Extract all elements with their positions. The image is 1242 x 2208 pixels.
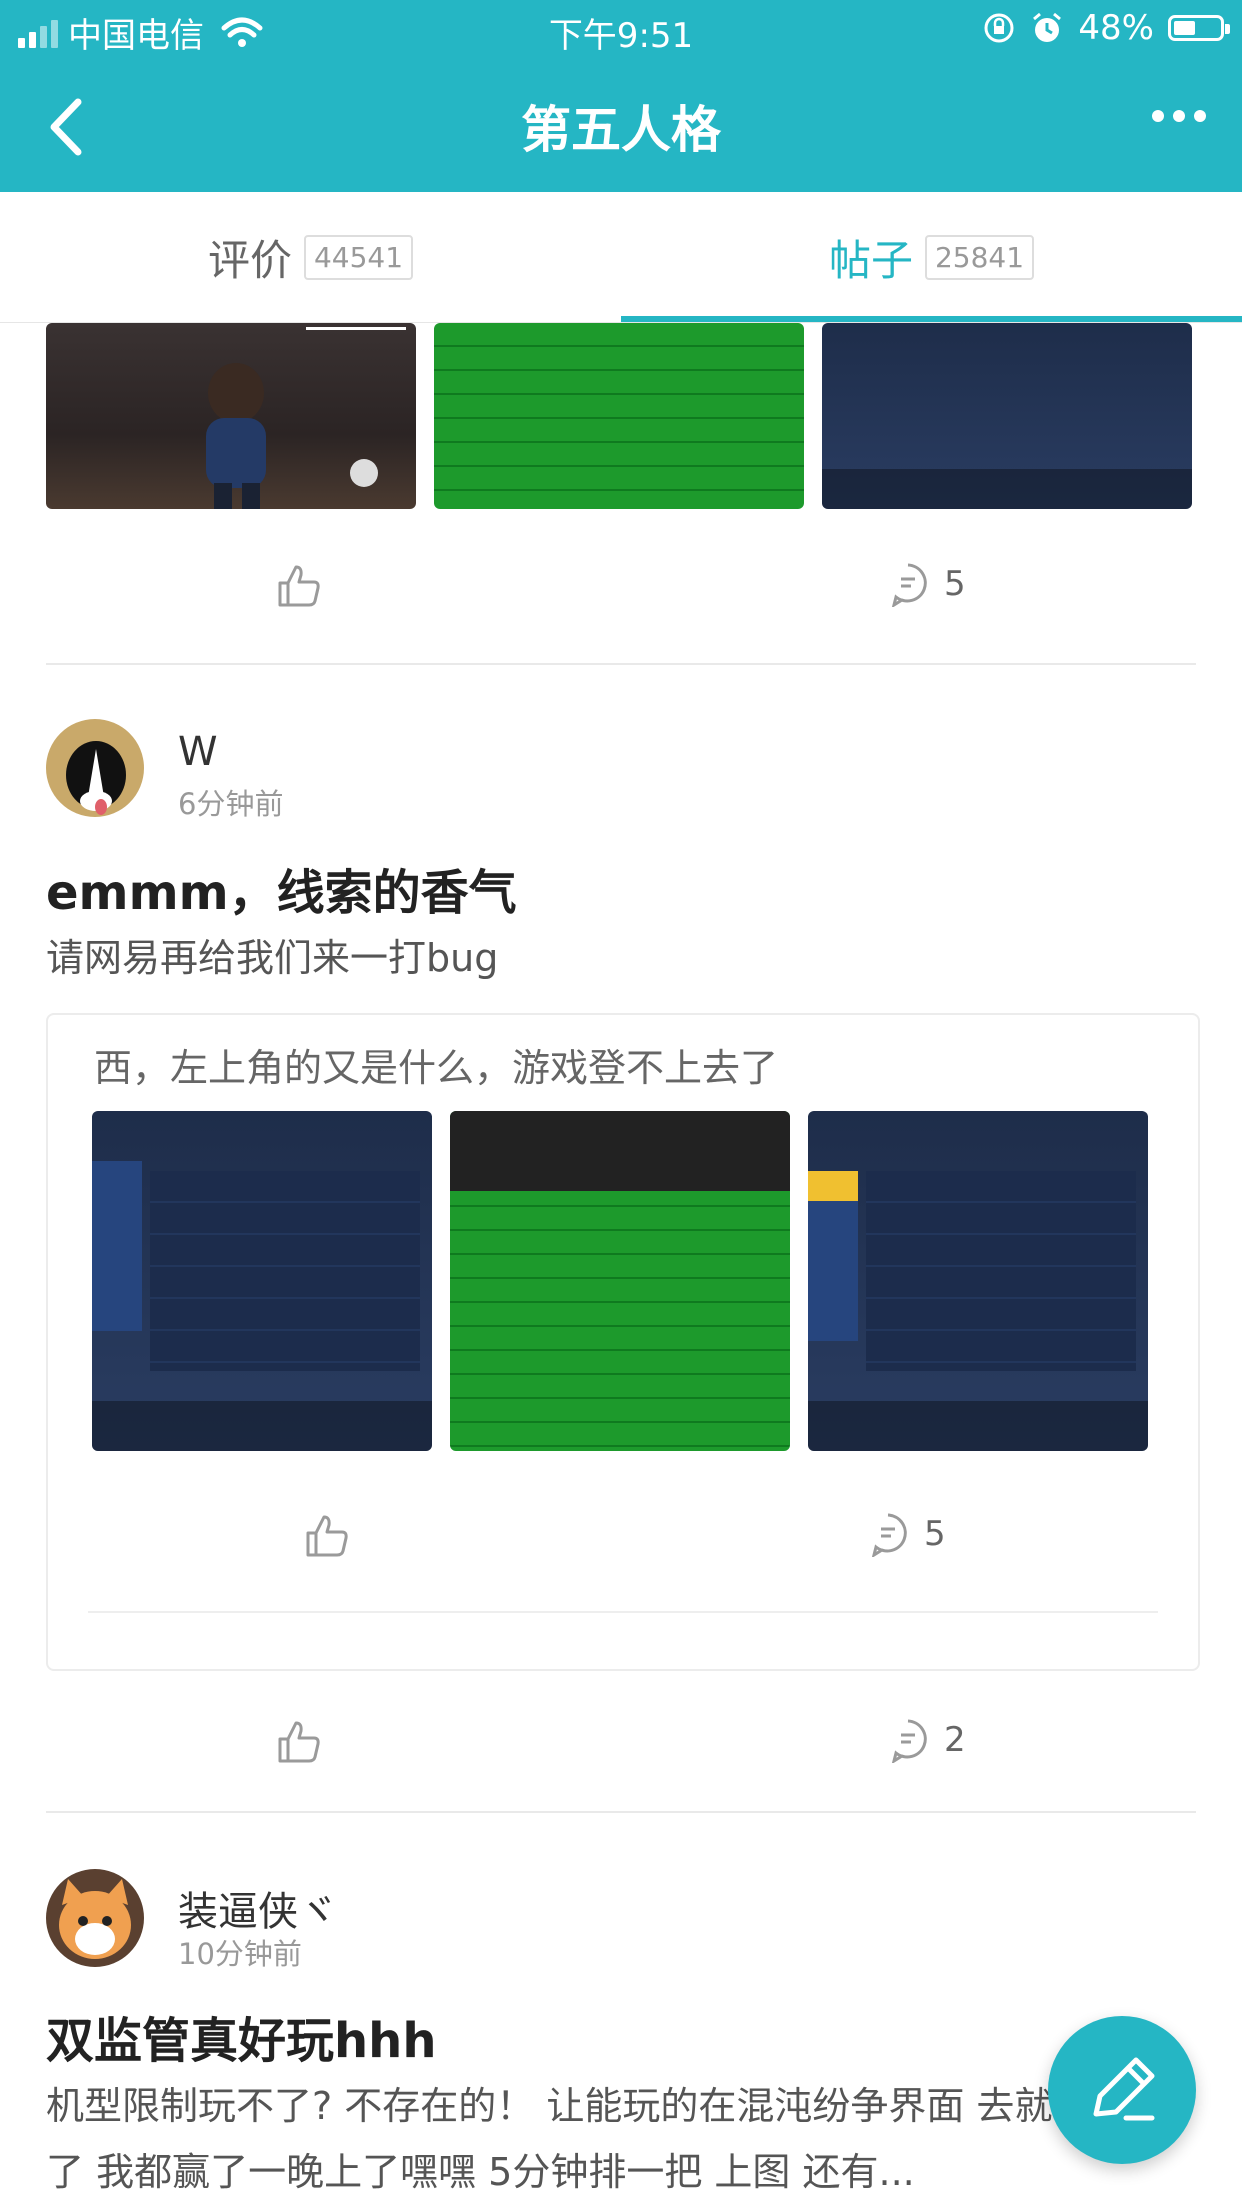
quoted-image[interactable]	[808, 1111, 1148, 1451]
comment-icon	[891, 563, 927, 607]
quoted-post[interactable]: 西，左上角的又是什么，游戏登不上去了 5	[46, 1013, 1200, 1671]
character-illustration	[206, 327, 406, 509]
avatar[interactable]	[46, 1869, 144, 1967]
battery-percent: 48%	[1078, 8, 1154, 48]
post-actions: 2	[46, 1709, 1196, 1789]
tab-indicator	[621, 316, 1242, 322]
thumbs-up-icon[interactable]	[276, 563, 322, 609]
post-time: 6分钟前	[178, 787, 284, 821]
comment-count: 2	[944, 1720, 966, 1760]
compose-button[interactable]	[1048, 2016, 1196, 2164]
battery-icon	[1168, 15, 1230, 41]
tab-bar: 评价 44541 帖子 25841	[0, 192, 1242, 323]
alarm-icon	[1033, 12, 1062, 42]
tab-reviews[interactable]: 评价 44541	[0, 192, 621, 322]
comment-button[interactable]: 2	[886, 1717, 966, 1763]
username[interactable]: W	[178, 729, 218, 775]
comment-icon	[891, 1719, 927, 1763]
edit-pencil-icon	[1093, 2057, 1155, 2121]
post-time: 10分钟前	[178, 1937, 302, 1971]
quoted-image-row	[92, 1111, 1148, 1451]
post-image[interactable]	[822, 323, 1192, 509]
post-actions: 5	[46, 553, 1196, 633]
username[interactable]: 装逼侠ヾ	[178, 1879, 338, 1937]
comment-button[interactable]: 5	[886, 561, 966, 607]
lock-rotation-icon	[984, 13, 1014, 43]
status-bar: 中国电信 下午9:51 48%	[0, 0, 1242, 62]
post-image[interactable]	[46, 323, 416, 509]
clock: 下午9:51	[548, 16, 694, 56]
comment-icon	[871, 1513, 907, 1557]
tab-count: 44541	[303, 234, 414, 280]
tab-label: 帖子	[828, 235, 913, 285]
post-feed[interactable]: 5 W 6分钟前 emmm，线索的香气 请网易再给我们来一打bug 西，左上角的…	[0, 323, 1242, 2208]
post-body: 请网易再给我们来一打bug	[46, 936, 499, 980]
post-image[interactable]	[434, 323, 804, 509]
thumbs-up-icon[interactable]	[276, 1719, 322, 1765]
avatar[interactable]	[46, 719, 144, 817]
comment-count: 5	[944, 564, 966, 604]
comment-count: 5	[924, 1514, 946, 1554]
divider	[46, 663, 1196, 665]
tab-label: 评价	[207, 235, 292, 285]
quoted-image[interactable]	[450, 1111, 790, 1451]
divider	[46, 1811, 1196, 1813]
top-bar: 中国电信 下午9:51 48% 第五人格	[0, 0, 1242, 192]
post-header[interactable]: 装逼侠ヾ 10分钟前	[46, 1869, 1196, 1979]
thumbs-up-icon[interactable]	[304, 1513, 350, 1559]
comment-button[interactable]: 5	[866, 1511, 946, 1557]
navigation-bar: 第五人格	[0, 62, 1242, 192]
more-icon[interactable]	[1152, 110, 1206, 122]
quoted-image[interactable]	[92, 1111, 432, 1451]
divider	[88, 1611, 1158, 1613]
tab-count: 25841	[924, 234, 1035, 280]
quoted-actions: 5	[48, 1503, 1198, 1583]
post-image-row	[46, 323, 1192, 509]
post-body: 机型限制玩不了? 不存在的！ 让能玩的在混沌纷争界面 去就能玩了 我都赢了一晚上…	[46, 2084, 1129, 2194]
quoted-text: 西，左上角的又是什么，游戏登不上去了	[94, 1046, 779, 1090]
post-title: emmm，线索的香气	[46, 865, 517, 921]
page-title: 第五人格	[521, 101, 721, 159]
post-title: 双监管真好玩hhh	[46, 2013, 437, 2069]
tab-posts[interactable]: 帖子 25841	[621, 192, 1242, 322]
